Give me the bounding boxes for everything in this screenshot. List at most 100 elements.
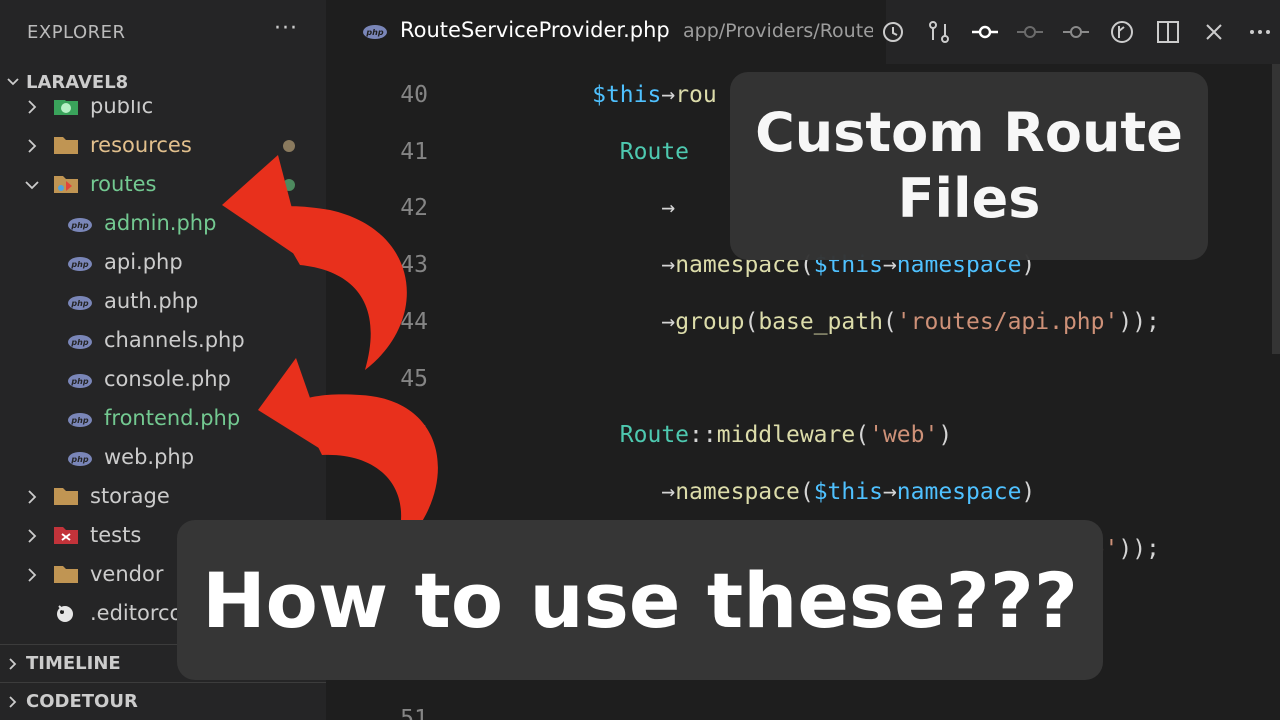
history-icon[interactable] (879, 18, 907, 46)
code-token: $this (813, 478, 883, 505)
tree-item-console-php[interactable]: php console.php (0, 360, 326, 399)
tree-item-admin-php[interactable]: php admin.php (0, 204, 326, 243)
split-editor-icon[interactable] (1154, 18, 1182, 46)
code-line: 44 →group(base_path('routes/api.php')); (326, 291, 1280, 347)
tree-item-storage[interactable]: storage (0, 477, 326, 516)
question-text: How to use these??? (202, 555, 1078, 645)
code-line: 47 →namespace($this→namespace) (326, 461, 1280, 517)
svg-text:php: php (70, 377, 88, 386)
next-change-icon[interactable] (1062, 18, 1090, 46)
project-section-header[interactable]: LARAVEL8 (0, 63, 326, 101)
git-status-dot (283, 179, 295, 191)
code-token: ) (938, 422, 953, 449)
line-number: 45 (400, 365, 428, 392)
tree-item-label: routes (90, 172, 157, 196)
php-file-icon: php (67, 292, 93, 314)
php-file-icon: php (67, 253, 93, 275)
code-token: rou (675, 82, 717, 108)
editor-scrollbar[interactable] (1272, 64, 1280, 354)
chevron-right-icon (24, 100, 40, 115)
code-token: → (882, 478, 897, 505)
code-token: group (675, 308, 745, 335)
code-token: ( (855, 422, 870, 449)
code-token: base_path (758, 308, 883, 335)
svg-text:php: php (70, 299, 88, 308)
tree-item-resources[interactable]: resources (0, 126, 326, 165)
code-line: 45 (326, 348, 1280, 404)
chevron-down-icon (24, 175, 40, 193)
folder-icon (53, 485, 79, 507)
code-line: 51 (326, 688, 1280, 720)
tree-item-public[interactable]: public (0, 100, 326, 126)
line-number: 51 (400, 705, 428, 720)
tree-item-label: api.php (104, 250, 183, 274)
code-text: →group(base_path('routes/api.php')); (661, 309, 1160, 335)
php-file-icon: php (362, 24, 388, 44)
tree-item-label: auth.php (104, 289, 199, 313)
line-number: 46 (400, 422, 428, 449)
tree-item-label: resources (90, 133, 192, 157)
folder-icon (53, 134, 79, 156)
tests-folder-icon (53, 524, 79, 546)
code-text: →namespace($this→namespace) (661, 479, 1035, 505)
tree-item-web-php[interactable]: php web.php (0, 438, 326, 477)
more-icon[interactable] (1246, 18, 1274, 46)
code-token: ( (799, 478, 814, 505)
tree-item-label: web.php (104, 445, 195, 469)
tab-path: app/Providers/Route (683, 20, 873, 42)
code-token: → (661, 308, 676, 335)
code-token: $this (592, 82, 662, 108)
chevron-right-icon (24, 565, 40, 583)
compare-icon[interactable] (925, 18, 953, 46)
code-token: → (661, 478, 676, 505)
tree-item-label: console.php (104, 367, 231, 391)
editor-tab-bar: php RouteServiceProvider.php app/Provide… (326, 0, 1280, 64)
svg-text:php: php (70, 455, 88, 464)
php-file-icon: php (67, 370, 93, 392)
tree-item-api-php[interactable]: php api.php (0, 243, 326, 282)
codetour-label: CODETOUR (26, 691, 138, 712)
tree-item-auth-php[interactable]: php auth.php (0, 282, 326, 321)
explorer-title: EXPLORER (27, 21, 126, 43)
code-token: namespace (675, 478, 800, 505)
line-number: 41 (400, 138, 428, 165)
tree-item-label: .editorco (90, 601, 183, 625)
tab-filename: RouteServiceProvider.php (400, 18, 670, 42)
php-file-icon: php (67, 409, 93, 431)
code-token: :: (689, 422, 717, 449)
line-number: 42 (400, 195, 428, 222)
git-status-dot (283, 140, 295, 152)
tree-item-channels-php[interactable]: php channels.php (0, 321, 326, 360)
code-token: 'web' (869, 422, 939, 449)
chevron-down-icon (0, 74, 26, 90)
timeline-label: TIMELINE (26, 653, 121, 674)
commit-icon[interactable] (971, 18, 999, 46)
code-text: Route::middleware('web') (620, 422, 952, 448)
code-line: 46 Route::middleware('web') (326, 404, 1280, 460)
git-graph-icon[interactable] (1108, 18, 1136, 46)
tree-item-label: admin.php (104, 211, 217, 235)
tree-item-routes[interactable]: routes (0, 165, 326, 204)
codetour-section-header[interactable]: CODETOUR (0, 682, 326, 720)
php-file-icon: php (67, 331, 93, 353)
tab-route-service-provider[interactable]: php RouteServiceProvider.php app/Provide… (326, 0, 886, 64)
svg-text:php: php (70, 338, 88, 347)
php-file-icon: php (67, 214, 93, 236)
code-text: $this→rou (592, 82, 717, 108)
question-banner: How to use these??? (177, 520, 1103, 680)
code-token: middleware (716, 422, 856, 449)
svg-text:php: php (70, 221, 88, 230)
project-name: LARAVEL8 (26, 71, 129, 93)
php-file-icon: php (67, 448, 93, 470)
code-token: )); (1118, 308, 1160, 335)
svg-text:php: php (365, 28, 383, 37)
tree-item-label: tests (90, 523, 142, 547)
more-actions-icon[interactable]: ··· (274, 16, 298, 41)
tree-item-frontend-php[interactable]: php frontend.php (0, 399, 326, 438)
public-folder-icon (53, 100, 79, 117)
previous-change-icon[interactable] (1016, 18, 1044, 46)
code-text: Route (620, 139, 689, 165)
close-icon[interactable] (1200, 18, 1228, 46)
svg-text:php: php (70, 416, 88, 425)
chevron-right-icon (0, 694, 26, 710)
